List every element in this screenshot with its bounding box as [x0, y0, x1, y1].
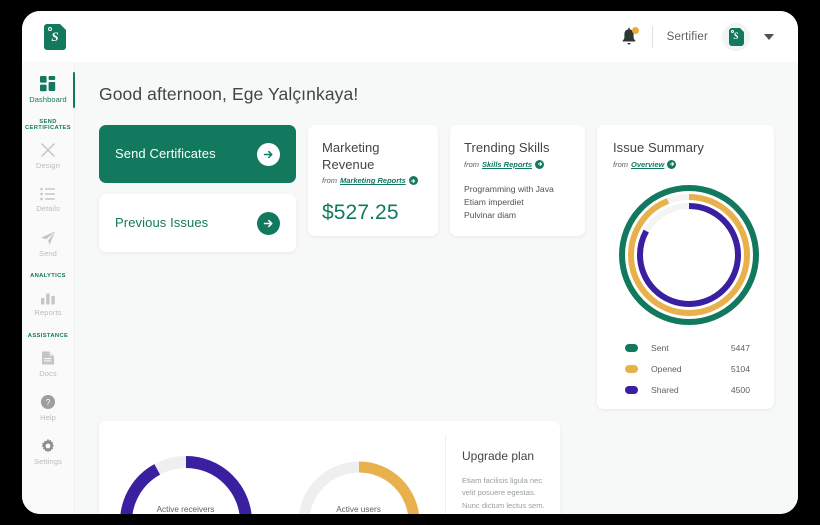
skills-reports-link[interactable]: Skills Reports: [482, 160, 532, 169]
sidebar-item-label: Reports: [35, 308, 62, 317]
sidebar-item-label: Details: [36, 204, 60, 213]
issue-summary-source: from Overview: [613, 160, 758, 169]
sidebar-section-send-certificates: SEND CERTIFICATES: [22, 119, 74, 131]
usage-panel: Active receivers 920/1000 Active users 2…: [99, 421, 560, 514]
legend-item-opened: Opened 5104: [625, 364, 750, 374]
trending-skills-title: Trending Skills: [464, 140, 571, 157]
top-bar: S Sertifier S: [22, 11, 798, 62]
legend-color-swatch: [625, 386, 638, 394]
trending-skills-card: Trending Skills from Skills Reports Prog…: [450, 125, 585, 236]
marketing-revenue-value: $527.25: [322, 201, 424, 225]
svg-text:?: ?: [45, 398, 50, 408]
avatar-logo-icon: S: [729, 28, 744, 46]
sidebar-item-label: Help: [40, 413, 56, 422]
active-receivers-donut-chart: [116, 452, 256, 514]
legend-value: 5104: [731, 364, 750, 374]
legend-value: 5447: [731, 343, 750, 353]
grid-dashboard-icon: [40, 76, 56, 92]
legend-label: Opened: [651, 364, 682, 374]
legend-color-swatch: [625, 344, 638, 352]
notification-bell-icon[interactable]: [620, 27, 638, 47]
from-prefix: from: [322, 176, 337, 185]
marketing-reports-link[interactable]: Marketing Reports: [340, 176, 406, 185]
header-divider: [652, 26, 653, 48]
marketing-revenue-title: Marketing Revenue: [322, 140, 424, 173]
sidebar-item-label: Docs: [39, 369, 57, 378]
previous-issues-label: Previous Issues: [115, 214, 208, 231]
issue-summary-donut-chart: [613, 179, 765, 331]
app-window: S Sertifier S: [22, 11, 798, 514]
notification-badge: [632, 27, 639, 34]
cards-row: Send Certificates Previous Issues: [99, 125, 774, 409]
upgrade-plan-title: Upgrade plan: [462, 449, 546, 464]
trending-skills-source: from Skills Reports: [464, 160, 571, 169]
sidebar-item-help[interactable]: ? Help: [22, 386, 74, 430]
sidebar-item-dashboard[interactable]: Dashboard: [22, 68, 74, 112]
user-name-label: Sertifier: [667, 31, 708, 43]
legend-item-sent: Sent 5447: [625, 343, 750, 353]
app-body: Dashboard SEND CERTIFICATES Design: [22, 62, 798, 514]
legend-value: 4500: [731, 385, 750, 395]
sidebar-item-settings[interactable]: Settings: [22, 430, 74, 474]
sidebar-section-assistance: ASSISTANCE: [22, 333, 74, 339]
sidebar-item-design[interactable]: Design: [22, 134, 74, 178]
sidebar-item-label: Send: [39, 249, 57, 258]
upgrade-plan-section: Upgrade plan Etiam facilisis ligula nec …: [445, 435, 560, 514]
chevron-down-icon[interactable]: [764, 34, 774, 40]
send-certificates-button[interactable]: Send Certificates: [99, 125, 296, 183]
send-certificates-label: Send Certificates: [115, 145, 216, 162]
sidebar-item-label: Settings: [34, 457, 62, 466]
issue-summary-legend: Sent 5447 Opened 5104 Shared 4500: [613, 343, 758, 395]
gear-settings-icon: [40, 438, 56, 454]
sidebar-item-send[interactable]: Send: [22, 222, 74, 266]
document-docs-icon: [41, 350, 55, 366]
active-users-donut-chart: [295, 458, 423, 514]
design-cross-icon: [40, 142, 56, 158]
avatar[interactable]: S: [722, 23, 750, 51]
issue-summary-title: Issue Summary: [613, 140, 758, 157]
active-receivers-gauge: Active receivers 920/1000: [99, 435, 272, 514]
main-content: Good afternoon, Ege Yalçınkaya! Send Cer…: [75, 62, 798, 514]
overview-link[interactable]: Overview: [631, 160, 664, 169]
legend-item-shared: Shared 4500: [625, 385, 750, 395]
from-prefix: from: [613, 160, 628, 169]
sidebar-item-label: Design: [36, 161, 60, 170]
arrow-right-icon[interactable]: [409, 176, 418, 185]
paper-plane-send-icon: [40, 230, 56, 246]
arrow-right-icon[interactable]: [667, 160, 676, 169]
list-item: Pulvinar diam: [464, 209, 571, 222]
list-item: Etiam imperdiet: [464, 196, 571, 209]
upgrade-plan-description: Etiam facilisis ligula nec velit posuere…: [462, 475, 546, 514]
sidebar-item-reports[interactable]: Reports: [22, 282, 74, 326]
arrow-right-icon[interactable]: [535, 160, 544, 169]
from-prefix: from: [464, 160, 479, 169]
marketing-revenue-source: from Marketing Reports: [322, 176, 424, 185]
sidebar-item-details[interactable]: Details: [22, 178, 74, 222]
list-details-icon: [40, 187, 56, 201]
legend-label: Sent: [651, 343, 669, 353]
issue-summary-card: Issue Summary from Overview: [597, 125, 774, 409]
arrow-right-icon: [257, 143, 280, 166]
sertifier-logo-icon: S: [44, 24, 66, 50]
page-title: Good afternoon, Ege Yalçınkaya!: [99, 84, 774, 105]
sidebar-item-docs[interactable]: Docs: [22, 342, 74, 386]
sidebar-section-analytics: ANALYTICS: [22, 273, 74, 279]
active-users-gauge: Active users 2/3: [272, 435, 445, 514]
bar-chart-reports-icon: [40, 291, 56, 305]
question-help-icon: ?: [40, 394, 56, 410]
quick-actions-column: Send Certificates Previous Issues: [99, 125, 296, 252]
trending-skills-list: Programming with Java Etiam imperdiet Pu…: [464, 183, 571, 223]
arrow-right-icon: [257, 212, 280, 235]
legend-label: Shared: [651, 385, 679, 395]
top-bar-right: Sertifier S: [620, 23, 774, 51]
sidebar-item-label: Dashboard: [29, 95, 67, 104]
sidebar: Dashboard SEND CERTIFICATES Design: [22, 62, 75, 514]
previous-issues-button[interactable]: Previous Issues: [99, 194, 296, 252]
list-item: Programming with Java: [464, 183, 571, 196]
marketing-revenue-card: Marketing Revenue from Marketing Reports…: [308, 125, 438, 236]
legend-color-swatch: [625, 365, 638, 373]
